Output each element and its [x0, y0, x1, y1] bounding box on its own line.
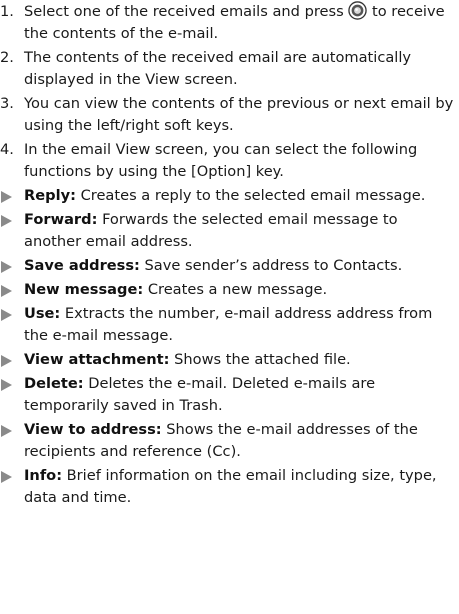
option-term: Reply: [24, 187, 76, 204]
option-term: Delete: [24, 375, 84, 392]
option-use: Use: Extracts the number, e-mail address… [0, 303, 459, 347]
ok-key-icon [348, 1, 368, 20]
option-term: Use: [24, 305, 61, 322]
option-reply: Reply: Creates a reply to the selected e… [0, 185, 459, 207]
option-save-address: Save address: Save sender’s address to C… [0, 255, 459, 277]
bullet-arrow-icon [1, 191, 12, 203]
option-term: Save address: [24, 257, 140, 274]
option-view-attachment: View attachment: Shows the attached file… [0, 349, 459, 371]
option-view-to-address: View to address: Shows the e-mail addres… [0, 419, 459, 463]
option-description: Shows the attached file. [174, 351, 351, 368]
option-forward: Forward: Forwards the selected email mes… [0, 209, 459, 253]
option-description: Brief information on the email including… [24, 467, 437, 506]
option-info: Info: Brief information on the email inc… [0, 465, 459, 509]
option-description: Creates a new message. [147, 281, 328, 298]
step-number: 1. [0, 3, 14, 20]
step-1: 1. Select one of the received emails and… [0, 1, 459, 45]
step-number: 3. [0, 95, 14, 112]
bullet-arrow-icon [1, 309, 12, 321]
step-text: You can view the contents of the previou… [24, 95, 454, 134]
bullet-arrow-icon [1, 261, 12, 273]
step-text: In the email View screen, you can select… [24, 141, 418, 180]
bullet-arrow-icon [1, 471, 12, 483]
bullet-arrow-icon [1, 215, 12, 227]
step-number: 2. [0, 49, 14, 66]
option-description: Extracts the number, e-mail address addr… [24, 305, 433, 344]
option-description: Save sender’s address to Contacts. [144, 257, 403, 274]
option-term: Forward: [24, 211, 98, 228]
step-text: Select one of the received emails and pr… [24, 3, 344, 20]
option-term: View attachment: [24, 351, 170, 368]
step-text: The contents of the received email are a… [24, 49, 412, 88]
bullet-arrow-icon [1, 425, 12, 437]
option-term: New message: [24, 281, 144, 298]
step-4: 4. In the email View screen, you can sel… [0, 139, 459, 183]
step-number: 4. [0, 141, 14, 158]
instruction-page: 1. Select one of the received emails and… [0, 1, 459, 511]
option-description: Creates a reply to the selected email me… [80, 187, 426, 204]
step-3: 3. You can view the contents of the prev… [0, 93, 459, 137]
option-term: View to address: [24, 421, 162, 438]
step-2: 2. The contents of the received email ar… [0, 47, 459, 91]
bullet-arrow-icon [1, 285, 12, 297]
option-term: Info: [24, 467, 63, 484]
bullet-arrow-icon [1, 355, 12, 367]
option-delete: Delete: Deletes the e-mail. Deleted e-ma… [0, 373, 459, 417]
option-new-message: New message: Creates a new message. [0, 279, 459, 301]
bullet-arrow-icon [1, 379, 12, 391]
